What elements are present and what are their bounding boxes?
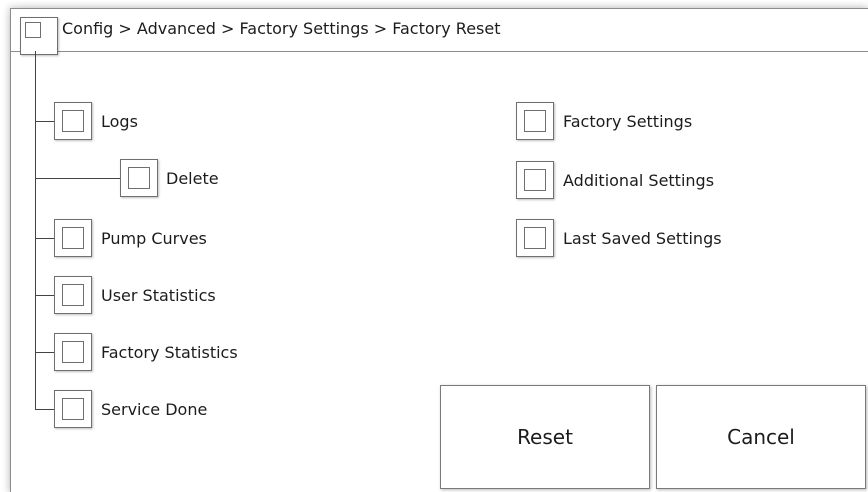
checkbox-unchecked-icon bbox=[128, 167, 150, 189]
pump-curves-label: Pump Curves bbox=[101, 229, 207, 248]
logs-checkbox[interactable] bbox=[54, 102, 92, 140]
service-done-checkbox[interactable] bbox=[54, 390, 92, 428]
user-statistics-label: User Statistics bbox=[101, 286, 216, 305]
factory-statistics-checkbox[interactable] bbox=[54, 333, 92, 371]
factory-statistics-label: Factory Statistics bbox=[101, 343, 238, 362]
tree-branch-service-done bbox=[35, 409, 54, 410]
checkbox-unchecked-icon bbox=[62, 227, 84, 249]
select-all-checkbox[interactable] bbox=[20, 17, 58, 55]
checkbox-unchecked-icon bbox=[62, 110, 84, 132]
tree-branch-logs bbox=[35, 121, 54, 122]
checkbox-unchecked-icon bbox=[25, 22, 41, 38]
header-bar: Config > Advanced > Factory Settings > F… bbox=[10, 8, 868, 55]
service-done-label: Service Done bbox=[101, 400, 208, 419]
checkbox-unchecked-icon bbox=[524, 227, 546, 249]
reset-button[interactable]: Reset bbox=[440, 385, 650, 489]
tree-branch-factory-statistics bbox=[35, 352, 54, 353]
checkbox-unchecked-icon bbox=[524, 110, 546, 132]
tree-trunk-line bbox=[35, 51, 36, 410]
checkbox-unchecked-icon bbox=[62, 341, 84, 363]
pump-curves-checkbox[interactable] bbox=[54, 219, 92, 257]
user-statistics-checkbox[interactable] bbox=[54, 276, 92, 314]
tree-branch-pump-curves bbox=[35, 238, 54, 239]
factory-settings-label: Factory Settings bbox=[563, 112, 693, 131]
checkbox-unchecked-icon bbox=[62, 284, 84, 306]
additional-settings-checkbox[interactable] bbox=[516, 161, 554, 199]
last-saved-settings-checkbox[interactable] bbox=[516, 219, 554, 257]
checkbox-unchecked-icon bbox=[62, 398, 84, 420]
tree-branch-user-statistics bbox=[35, 295, 54, 296]
breadcrumb: Config > Advanced > Factory Settings > F… bbox=[62, 19, 501, 38]
last-saved-settings-label: Last Saved Settings bbox=[563, 229, 722, 248]
delete-checkbox[interactable] bbox=[120, 159, 158, 197]
cancel-button[interactable]: Cancel bbox=[656, 385, 866, 489]
delete-label: Delete bbox=[166, 169, 219, 188]
additional-settings-label: Additional Settings bbox=[563, 171, 715, 190]
factory-settings-checkbox[interactable] bbox=[516, 102, 554, 140]
checkbox-unchecked-icon bbox=[524, 169, 546, 191]
logs-label: Logs bbox=[101, 112, 138, 131]
tree-branch-delete bbox=[35, 178, 120, 179]
